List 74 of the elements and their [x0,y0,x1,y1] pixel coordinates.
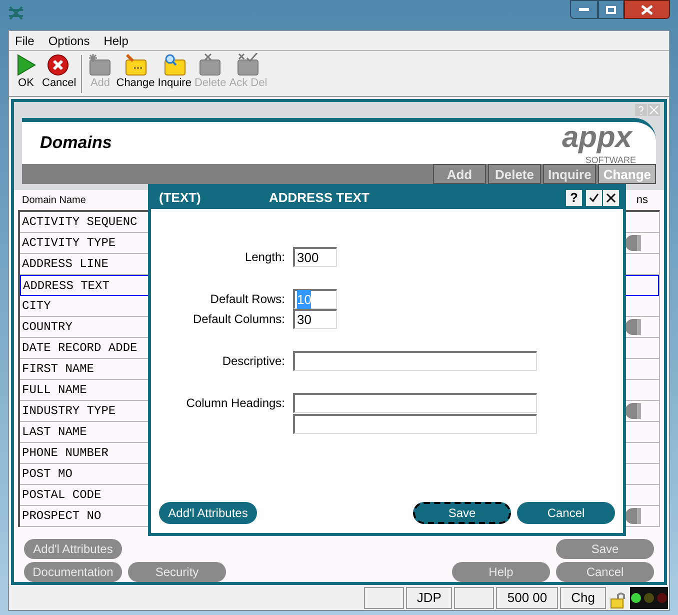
action-button[interactable]: Save [556,539,654,559]
table-cell-text: ACTIVITY TYPE [21,235,116,252]
table-cell-text: FULL NAME [21,382,87,399]
toolbar-button[interactable]: OK [13,53,39,90]
status-cell: 500 00 [496,587,558,609]
status-cell: Chg [560,587,606,609]
table-cell-text: PROSPECT NO [21,508,102,525]
field-label: Default Columns: [192,311,285,328]
maximize-button[interactable] [598,0,624,19]
column-header: ns [636,192,649,208]
dialog-type: (TEXT) [159,189,202,208]
close-button[interactable] [624,0,670,19]
close-icon [641,4,653,14]
input-field[interactable]: 10 [293,289,337,309]
brand-subtitle: SOFTWARE [585,155,636,165]
input-field[interactable]: 300 [293,247,337,267]
field-label: Default Rows: [209,291,285,308]
menu-item[interactable]: File [15,32,34,50]
app-logo-icon [8,6,24,20]
input-field[interactable] [293,393,537,413]
ack-delete-icon [235,53,262,77]
toolbar-button[interactable]: Inquire [158,53,192,90]
brand-logo: appx [562,121,634,155]
field-label: Length: [244,249,285,266]
input-field[interactable] [293,351,537,371]
ok-button[interactable] [586,190,602,206]
dialog-title: ADDRESS TEXT [269,189,370,208]
table-cell-text: ADDRESS LINE [21,256,108,273]
action-tab[interactable]: Add [432,164,486,184]
action-button[interactable]: Cancel [556,562,654,582]
status-cell [364,587,404,609]
action-tab[interactable]: Inquire [542,164,596,184]
menu-item[interactable]: Help [104,32,128,50]
toolbar-button[interactable]: Cancel [42,53,76,90]
input-field[interactable]: 30 [293,309,337,329]
column-header: Domain Name [21,194,86,208]
table-cell-text: POST MO [21,466,72,483]
field-label: Column Headings: [185,395,285,412]
action-button[interactable]: Help [452,562,550,582]
add-icon [87,53,114,77]
menu-item[interactable]: Options [48,32,90,50]
delete-icon [197,53,224,77]
table-cell-text: FIRST NAME [21,361,94,378]
folder-search-icon [162,53,188,77]
dialog-button[interactable]: Cancel [517,502,615,524]
table-cell-text: ACTIVITY SEQUENC [21,214,138,231]
dialog-button[interactable]: Add'l Attributes [159,502,257,524]
action-button[interactable]: Security [128,562,226,582]
toolbar-button[interactable]: Change [116,53,155,90]
table-cell-text: CITY [21,298,51,315]
field-label: Descriptive: [221,353,285,370]
help-button[interactable]: ? [566,190,582,206]
table-cell-text: PHONE NUMBER [21,445,108,462]
action-button[interactable]: Add'l Attributes [24,539,122,559]
table-cell-text: ADDRESS TEXT [22,278,110,294]
action-tab[interactable]: Delete [488,164,541,184]
action-button[interactable]: Documentation [24,562,122,582]
folder-pencil-icon [122,53,149,77]
table-cell-text: POSTAL CODE [21,487,102,504]
check-icon [589,193,599,203]
table-cell-text: COUNTRY [21,319,72,336]
action-tab[interactable]: Change [598,164,656,184]
close-icon [606,193,616,203]
status-cell [454,587,494,609]
table-cell-text: LAST NAME [21,424,87,441]
table-cell-text: INDUSTRY TYPE [21,403,116,420]
traffic-light-icon [630,587,668,609]
screen-title: Domains [40,132,112,154]
table-cell-text: DATE RECORD ADDE [21,340,138,357]
status-cell: JDP [406,587,452,609]
close-button[interactable] [603,190,619,206]
minimize-button[interactable] [570,0,598,19]
dialog-button[interactable]: Save [413,502,511,524]
input-field[interactable] [293,414,537,434]
